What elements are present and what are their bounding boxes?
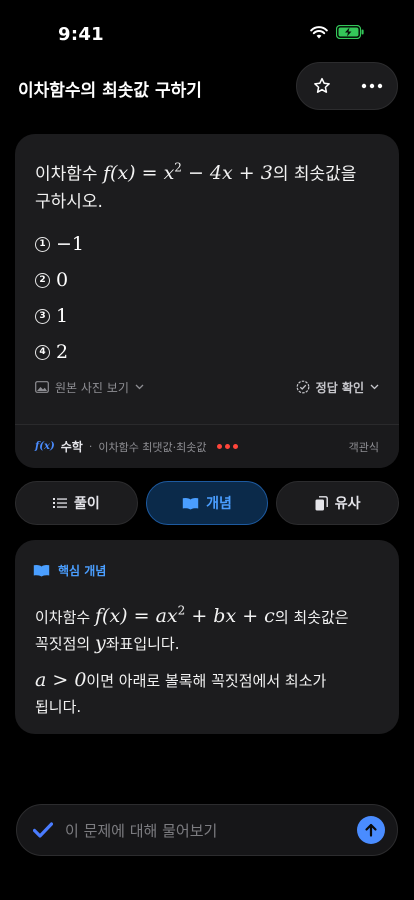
chevron-down-icon	[370, 384, 379, 390]
header-actions	[296, 62, 398, 110]
choice-item[interactable]: 2 0	[35, 262, 84, 298]
status-bar: 9:41	[0, 0, 414, 60]
problem-card: 이차함수 f(x) = x2 − 4x + 3의 최솟값을 구하시오. 1 −1…	[15, 134, 399, 468]
tab-similar-label: 유사	[334, 496, 361, 512]
list-icon	[52, 498, 67, 508]
choice-value: 2	[56, 341, 69, 363]
concept-body: 이차함수 f(x) = ax2 + bx + c의 최솟값은 꼭짓점의 y좌표입…	[35, 598, 379, 730]
checkmark-icon	[33, 822, 53, 838]
book-icon	[33, 565, 50, 577]
battery-charging-icon	[336, 25, 364, 39]
bookmark-button[interactable]	[297, 63, 347, 109]
more-tags-indicator[interactable]	[216, 444, 238, 449]
choice-marker: 3	[35, 308, 50, 324]
chevron-down-icon	[135, 384, 144, 390]
problem-meta-row: 원본 사진 보기 정답 확인	[35, 377, 379, 397]
function-badge: f(x)	[35, 441, 55, 452]
page-title: 이차함수의 최솟값 구하기	[18, 81, 202, 101]
tab-solution[interactable]: 풀이	[15, 481, 138, 525]
question-type-label: 객관식	[348, 440, 379, 454]
choice-value: 0	[56, 269, 69, 291]
problem-suffix-2: 구하시오.	[35, 192, 103, 213]
concept-line4: 됩니다.	[35, 698, 82, 717]
choice-item[interactable]: 4 2	[35, 334, 84, 370]
ask-input-bar[interactable]: 이 문제에 대해 물어보기	[16, 804, 398, 856]
arrow-up-icon	[365, 823, 377, 837]
image-icon	[35, 381, 49, 393]
concept-line1-prefix: 이차함수	[35, 608, 91, 627]
tab-concept[interactable]: 개념	[145, 481, 269, 525]
view-original-label: 원본 사진 보기	[55, 380, 129, 395]
status-time: 9:41	[58, 24, 104, 45]
check-badge-icon	[296, 380, 310, 394]
check-answer-label: 정답 확인	[315, 380, 364, 395]
problem-statement: 이차함수 f(x) = x2 − 4x + 3의 최솟값을 구하시오.	[35, 154, 379, 216]
tab-bar: 풀이 개념 유사	[15, 481, 400, 525]
concept-line2-prefix: 꼭짓점의	[35, 635, 91, 654]
choice-item[interactable]: 1 −1	[35, 226, 84, 262]
choice-marker: 1	[35, 236, 50, 252]
separator-dot: ·	[88, 440, 93, 453]
topic-label: 이차함수 최댓값·최솟값	[98, 440, 207, 454]
view-original-button[interactable]: 원본 사진 보기	[35, 379, 144, 396]
more-dots-icon	[361, 83, 383, 89]
choice-marker: 4	[35, 344, 50, 360]
wifi-icon	[310, 25, 328, 38]
star-icon	[314, 77, 330, 93]
concept-equation: f(x) = ax2 + bx + c	[94, 604, 275, 628]
concept-line2-suffix: 좌표입니다.	[105, 635, 180, 654]
concept-condition: a > 0	[35, 669, 87, 692]
choice-item[interactable]: 3 1	[35, 298, 84, 334]
concept-var: y	[94, 632, 106, 655]
problem-equation: f	[102, 162, 111, 185]
subject-label: 수학	[60, 440, 83, 454]
tab-solution-label: 풀이	[73, 496, 100, 512]
choices-list: 1 −1 2 0 3 1 4 2	[35, 226, 84, 370]
status-icons	[310, 25, 364, 39]
book-icon	[182, 497, 199, 509]
concept-line1-suffix: 의 최솟값은	[274, 608, 349, 627]
concept-header: 핵심 개념	[33, 562, 106, 579]
check-answer-button[interactable]: 정답 확인	[296, 379, 379, 396]
page-header: 이차함수의 최솟값 구하기	[0, 62, 414, 112]
choice-marker: 2	[35, 272, 50, 288]
tab-concept-label: 개념	[206, 496, 232, 512]
ask-input-placeholder[interactable]: 이 문제에 대해 물어보기	[65, 820, 357, 841]
copy-icon	[315, 495, 328, 510]
problem-prefix: 이차함수	[35, 164, 98, 185]
concept-line3-suffix: 이면 아래로 볼록해 꼭짓점에서 최소가	[86, 672, 327, 691]
concept-card: 핵심 개념 이차함수 f(x) = ax2 + bx + c의 최솟값은 꼭짓점…	[15, 540, 399, 734]
problem-suffix-1: 의 최솟값을	[272, 164, 357, 185]
problem-footer: f(x) 수학 · 이차함수 최댓값·최솟값 객관식	[15, 424, 399, 468]
send-button[interactable]	[357, 816, 385, 844]
more-button[interactable]	[347, 63, 397, 109]
concept-header-label: 핵심 개념	[58, 564, 107, 578]
tab-similar[interactable]: 유사	[276, 481, 400, 525]
choice-value: 1	[56, 305, 69, 327]
choice-value: −1	[56, 233, 85, 255]
problem-equation-rest: (x) = x2 − 4x + 3	[110, 161, 273, 185]
